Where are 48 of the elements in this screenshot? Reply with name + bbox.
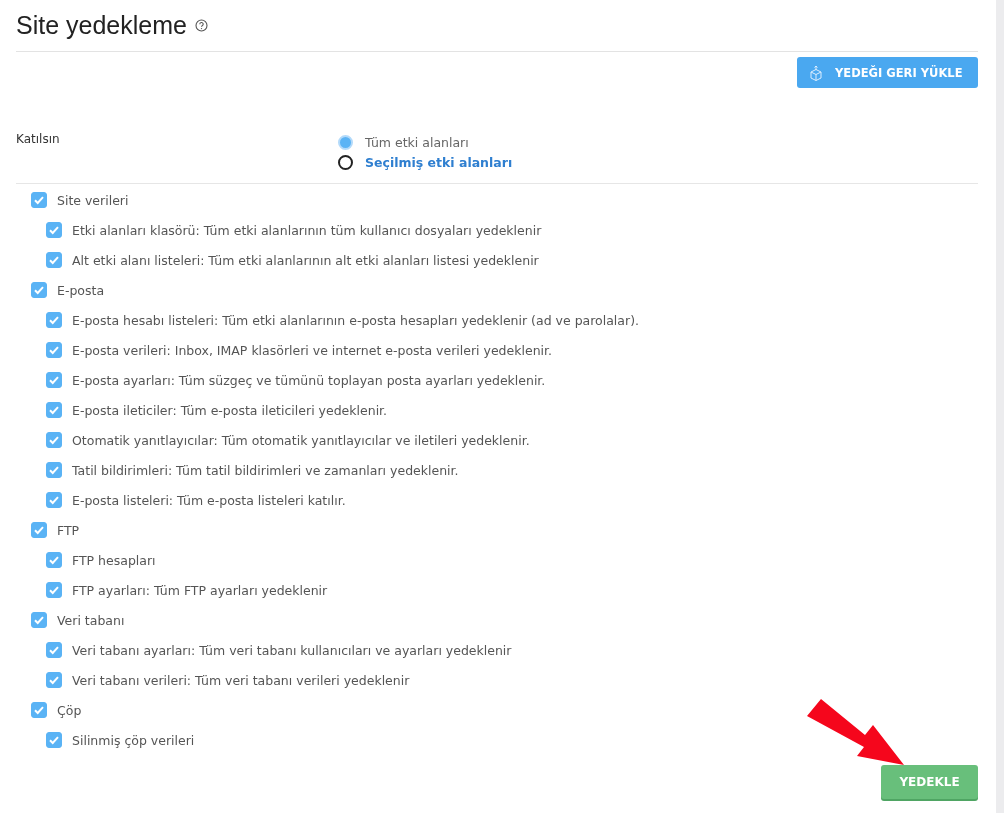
checkbox-label: E-posta listeleri: Tüm e-posta listeleri katılır. (72, 492, 346, 508)
checkbox-label: E-posta (57, 282, 105, 298)
checkbox-label: Veri tabanı ayarları: Tüm veri tabanı kullanıcıları ve ayarları yedeklenir (72, 642, 512, 658)
checkbox[interactable] (46, 372, 62, 388)
checkbox-label: Otomatik yanıtlayıcılar: Tüm otomatik yanıtlayıcılar ve iletileri yedeklenir. (72, 432, 530, 448)
checkbox[interactable] (46, 642, 62, 658)
checkbox-label: E-posta ayarları: Tüm süzgeç ve tümünü toplayan posta ayarları yedeklenir. (72, 372, 546, 388)
checkbox[interactable] (31, 522, 47, 538)
checkbox[interactable] (46, 312, 62, 328)
checkbox-label: Etki alanları klasörü: Tüm etki alanlarının tüm kullanıcı dosyaları yedeklenir (72, 222, 542, 238)
checkbox-label: Silinmiş çöp verileri (72, 732, 195, 748)
page-title: Site yedekleme (16, 11, 187, 40)
checkbox[interactable] (31, 192, 47, 208)
checkbox[interactable] (46, 552, 62, 568)
radio-button[interactable] (338, 155, 353, 170)
checkbox-label: Veri tabanı (57, 612, 125, 628)
checkbox-label: E-posta ileticiler: Tüm e-posta ileticileri yedeklenir. (72, 402, 388, 418)
checkbox[interactable] (46, 582, 62, 598)
checkbox[interactable] (46, 222, 62, 238)
restore-backup-button[interactable]: YEDEĞI GERI YÜKLE (797, 57, 978, 88)
checkbox[interactable] (46, 492, 62, 508)
checkbox-label: E-posta hesabı listeleri: Tüm etki alanlarının e-posta hesapları yedeklenir (ad ve parolalar). (72, 312, 639, 328)
checkbox-label: Veri tabanı verileri: Tüm veri tabanı verileri yedeklenir (72, 672, 410, 688)
checkbox-label: Alt etki alanı listeleri: Tüm etki alanlarının alt etki alanları listesi yedeklenir (72, 252, 539, 268)
checkbox[interactable] (46, 402, 62, 418)
checkbox-label: Tatil bildirimleri: Tüm tatil bildirimleri ve zamanları yedeklenir. (72, 462, 459, 478)
checkbox-label: FTP ayarları: Tüm FTP ayarları yedeklenir (72, 582, 328, 598)
checkbox[interactable] (31, 702, 47, 718)
checkbox-label: Çöp (57, 702, 82, 718)
checkbox[interactable] (31, 612, 47, 628)
help-icon[interactable] (194, 19, 208, 32)
checkbox-label: FTP hesapları (72, 552, 156, 568)
include-label: Katılsın (16, 132, 61, 148)
checkbox[interactable] (46, 462, 62, 478)
box-icon (809, 64, 823, 81)
arrow-icon (807, 699, 905, 765)
radio-option[interactable]: Tüm etki alanları (338, 134, 513, 151)
backup-button[interactable]: YEDEKLE (881, 765, 978, 799)
checkbox[interactable] (46, 672, 62, 688)
checkbox[interactable] (46, 252, 62, 268)
checkbox-label: E-posta verileri: Inbox, IMAP klasörleri ve internet e-posta verileri yedeklenir. (72, 342, 552, 358)
radio-option[interactable]: Seçilmiş etki alanları (338, 154, 513, 171)
checkbox[interactable] (46, 432, 62, 448)
checkbox[interactable] (46, 342, 62, 358)
checkbox-label: Site verileri (57, 192, 129, 208)
checkbox-label: FTP (57, 522, 80, 538)
checkbox[interactable] (46, 732, 62, 748)
checkbox[interactable] (31, 282, 47, 298)
